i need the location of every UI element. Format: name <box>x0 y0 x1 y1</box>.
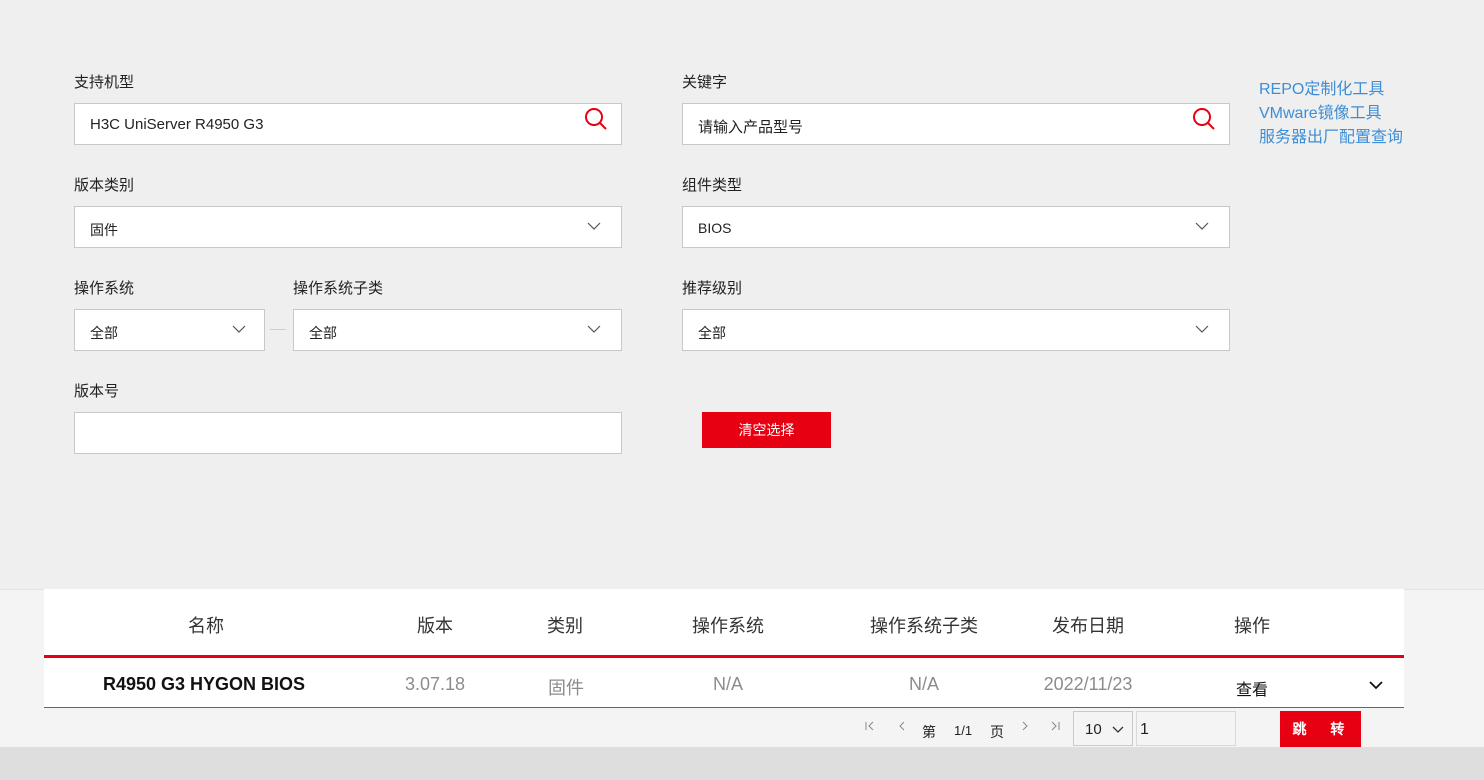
os-subcategory-value: 全部 <box>309 325 337 341</box>
page-size-value: 10 <box>1085 721 1102 738</box>
row-category: 固件 <box>548 678 584 698</box>
clear-selection-button[interactable]: 清空选择 <box>702 412 831 448</box>
header-date: 发布日期 <box>1052 616 1124 636</box>
version-category-value: 固件 <box>90 222 118 238</box>
os-label: 操作系统 <box>74 280 135 297</box>
pagination: 第 1/1 页 10 1 跳 转 <box>0 708 1484 747</box>
chevron-down-icon <box>587 325 601 333</box>
component-type-label: 组件类型 <box>682 177 743 194</box>
os-subcategory-select[interactable]: 全部 <box>293 309 622 351</box>
row-name: R4950 G3 HYGON BIOS <box>102 674 306 694</box>
header-os: 操作系统 <box>692 616 764 636</box>
page-info: 1/1 <box>954 723 973 738</box>
search-icon[interactable] <box>583 106 609 132</box>
jump-button[interactable]: 跳 转 <box>1280 711 1361 747</box>
component-type-value: BIOS <box>698 220 732 236</box>
view-button[interactable]: 查看 <box>1202 676 1302 700</box>
chevron-down-icon <box>1195 325 1209 333</box>
os-select[interactable]: 全部 <box>74 309 265 351</box>
next-page-icon[interactable] <box>1019 720 1031 732</box>
header-os-sub: 操作系统子类 <box>870 616 978 636</box>
os-separator <box>270 329 286 330</box>
component-type-select[interactable]: BIOS <box>682 206 1230 248</box>
page-size-select[interactable]: 10 <box>1073 711 1133 746</box>
header-action: 操作 <box>1234 616 1270 636</box>
prev-page-icon[interactable] <box>896 720 908 732</box>
recommend-level-label: 推荐级别 <box>682 280 743 297</box>
model-search-field[interactable]: H3C UniServer R4950 G3 <box>74 103 622 145</box>
version-category-label: 版本类别 <box>74 177 135 194</box>
row-date: 2022/11/23 <box>1043 674 1133 694</box>
vmware-tool-link[interactable]: VMware镜像工具 <box>1259 99 1382 123</box>
chevron-down-icon <box>1195 222 1209 230</box>
keyword-search-field[interactable]: 请输入产品型号 <box>682 103 1230 145</box>
os-subcategory-label: 操作系统子类 <box>293 280 384 297</box>
first-page-icon[interactable] <box>864 720 876 732</box>
table-row[interactable]: R4950 G3 HYGON BIOS 3.07.18 固件 N/A N/A 2… <box>44 660 1404 708</box>
page-prefix: 第 <box>922 724 936 740</box>
recommend-level-select[interactable]: 全部 <box>682 309 1230 351</box>
keyword-label: 关键字 <box>682 74 728 91</box>
chevron-down-icon <box>587 222 601 230</box>
keyword-placeholder: 请输入产品型号 <box>698 119 804 136</box>
chevron-down-icon[interactable] <box>1368 680 1384 690</box>
recommend-level-value: 全部 <box>698 325 726 341</box>
chevron-down-icon <box>1112 726 1124 733</box>
row-version: 3.07.18 <box>404 674 466 694</box>
page-suffix: 页 <box>990 724 1004 740</box>
table-header: 名称 版本 类别 操作系统 操作系统子类 发布日期 操作 <box>44 589 1404 658</box>
results-table: 名称 版本 类别 操作系统 操作系统子类 发布日期 操作 R4950 G3 HY… <box>44 589 1404 708</box>
footer-strip <box>0 747 1484 780</box>
header-version: 版本 <box>417 616 453 636</box>
version-no-input[interactable] <box>74 412 622 454</box>
chevron-down-icon <box>232 325 246 333</box>
last-page-icon[interactable] <box>1049 720 1061 732</box>
version-category-select[interactable]: 固件 <box>74 206 622 248</box>
model-label: 支持机型 <box>74 74 135 91</box>
row-os-sub: N/A <box>908 674 939 694</box>
repo-tool-link[interactable]: REPO定制化工具 <box>1259 75 1384 99</box>
header-category: 类别 <box>547 616 583 636</box>
model-search-value: H3C UniServer R4950 G3 <box>90 116 264 133</box>
row-os: N/A <box>712 674 743 694</box>
search-icon[interactable] <box>1191 106 1217 132</box>
version-no-label: 版本号 <box>74 383 120 400</box>
jump-page-input[interactable]: 1 <box>1136 711 1236 746</box>
os-value: 全部 <box>90 325 118 341</box>
header-name: 名称 <box>188 616 224 636</box>
factory-config-link[interactable]: 服务器出厂配置查询 <box>1259 123 1403 147</box>
jump-page-value: 1 <box>1140 721 1149 738</box>
